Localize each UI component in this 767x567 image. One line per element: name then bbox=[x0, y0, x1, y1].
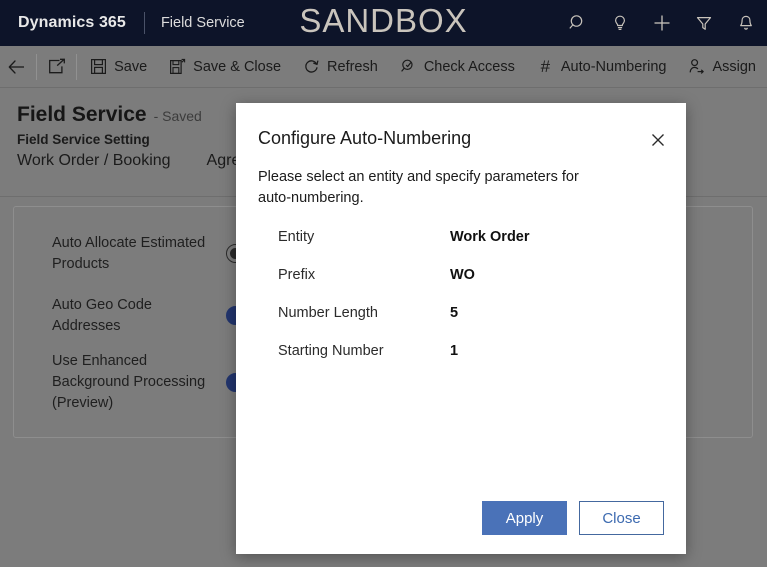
prefix-field-label: Prefix bbox=[278, 267, 316, 283]
brand-divider bbox=[143, 12, 145, 34]
filter-icon[interactable] bbox=[693, 12, 715, 34]
command-bar-divider-2 bbox=[76, 53, 78, 80]
refresh-button[interactable]: Refresh bbox=[292, 46, 389, 88]
setting-label-auto-allocate-estimated-products: Auto Allocate Estimated Products bbox=[52, 235, 206, 272]
save-and-close-button-label: Save & Close bbox=[193, 58, 282, 75]
starting-number-field-label: Starting Number bbox=[278, 343, 384, 359]
popout-window-icon[interactable] bbox=[39, 46, 75, 88]
top-bar-icon-group bbox=[567, 0, 757, 46]
entity-field-value[interactable]: Work Order bbox=[450, 229, 530, 245]
assign-button-label: Assign bbox=[712, 58, 756, 75]
number-length-field-value[interactable]: 5 bbox=[450, 305, 458, 321]
record-save-status: - Saved bbox=[153, 108, 202, 124]
check-access-icon bbox=[400, 58, 417, 75]
close-icon[interactable] bbox=[642, 124, 674, 156]
lightbulb-icon[interactable] bbox=[609, 12, 631, 34]
close-button[interactable]: Close bbox=[579, 501, 664, 535]
configure-auto-numbering-dialog: Configure Auto-Numbering Please select a… bbox=[236, 103, 686, 554]
dialog-footer: Apply Close bbox=[236, 498, 686, 538]
check-access-button[interactable]: Check Access bbox=[389, 46, 526, 88]
number-length-field-label: Number Length bbox=[278, 305, 378, 321]
field-row-prefix: Prefix WO bbox=[278, 267, 668, 305]
form-tab-list: Work Order / Booking Agree bbox=[17, 152, 249, 176]
apply-button[interactable]: Apply bbox=[482, 501, 567, 535]
tab-work-order-booking[interactable]: Work Order / Booking bbox=[17, 152, 171, 176]
save-and-close-button[interactable]: Save & Close bbox=[158, 46, 292, 88]
field-row-starting-number: Starting Number 1 bbox=[278, 343, 668, 381]
back-arrow-icon[interactable] bbox=[0, 46, 34, 88]
dialog-field-list: Entity Work Order Prefix WO Number Lengt… bbox=[278, 229, 668, 381]
dialog-description: Please select an entity and specify para… bbox=[258, 169, 579, 206]
search-icon[interactable] bbox=[567, 12, 589, 34]
save-icon bbox=[90, 58, 107, 75]
auto-numbering-button[interactable]: # Auto-Numbering bbox=[526, 46, 678, 88]
setting-label-auto-geo-code-addresses: Auto Geo Code Addresses bbox=[52, 297, 152, 334]
dynamics-brand-label[interactable]: Dynamics 365 bbox=[18, 14, 126, 32]
refresh-button-label: Refresh bbox=[327, 58, 378, 75]
entity-field-label: Entity bbox=[278, 229, 315, 245]
command-bar-divider-1 bbox=[35, 53, 37, 80]
assign-person-icon bbox=[688, 58, 705, 75]
setting-label-use-enhanced-background-processing: Use Enhanced Background Processing (Prev… bbox=[52, 353, 206, 411]
bell-icon[interactable] bbox=[735, 12, 757, 34]
record-title-text: Field Service bbox=[17, 103, 147, 126]
entity-type-label: Field Service Setting bbox=[17, 132, 150, 147]
prefix-field-value[interactable]: WO bbox=[450, 267, 475, 283]
hash-icon: # bbox=[540, 57, 551, 76]
dialog-title: Configure Auto-Numbering bbox=[258, 128, 472, 148]
app-root: Dynamics 365 Field Service SANDBOX Save … bbox=[0, 0, 767, 567]
auto-numbering-button-label: Auto-Numbering bbox=[560, 58, 667, 75]
check-access-button-label: Check Access bbox=[423, 58, 515, 75]
top-navigation-bar: Dynamics 365 Field Service SANDBOX bbox=[0, 0, 767, 46]
field-row-entity: Entity Work Order bbox=[278, 229, 668, 267]
assign-button[interactable]: Assign bbox=[677, 46, 767, 88]
save-close-icon bbox=[169, 58, 186, 75]
plus-icon[interactable] bbox=[651, 12, 673, 34]
starting-number-field-value[interactable]: 1 bbox=[450, 343, 458, 359]
save-button-label: Save bbox=[114, 58, 148, 75]
field-row-number-length: Number Length 5 bbox=[278, 305, 668, 343]
command-bar: Save Save & Close Refresh Check Access #… bbox=[0, 46, 767, 88]
app-name-label[interactable]: Field Service bbox=[161, 15, 245, 31]
refresh-icon bbox=[303, 58, 320, 75]
page-title: Field Service - Saved bbox=[17, 103, 202, 127]
save-button[interactable]: Save bbox=[79, 46, 158, 88]
